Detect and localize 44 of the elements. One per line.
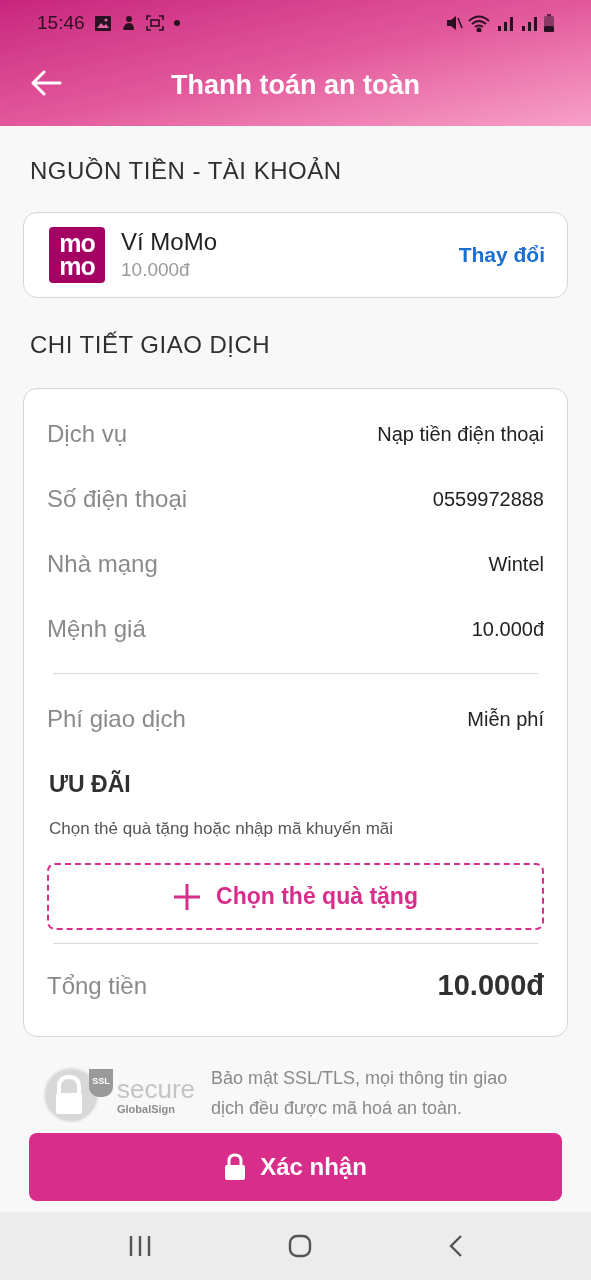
detail-value: Miễn phí [467, 706, 544, 732]
screen-record-icon [145, 15, 164, 31]
change-link[interactable]: Thay đổi [458, 239, 545, 271]
total-label: Tổng tiền [47, 971, 148, 1001]
detail-value: Wintel [488, 551, 544, 577]
detail-value: 10.000đ [471, 616, 544, 642]
wallet-card[interactable]: mo mo Ví MoMo 10.000đ Thay đổi [23, 212, 568, 298]
signal-icon [496, 15, 516, 31]
person-icon [120, 15, 136, 31]
status-time: 15:46 [37, 10, 85, 35]
logo-text: mo [59, 255, 95, 278]
wifi-icon [468, 14, 492, 32]
total-amount: 10.000đ [437, 968, 544, 1004]
home-icon[interactable] [287, 1234, 312, 1258]
section-heading: CHI TIẾT GIAO DỊCH [29, 330, 272, 360]
notification-dot-icon [173, 20, 180, 26]
wallet-name: Ví MoMo [121, 227, 219, 257]
recent-apps-icon[interactable] [128, 1236, 151, 1256]
back-icon[interactable] [448, 1234, 463, 1258]
wallet-balance: 10.000đ [121, 258, 191, 282]
gift-card-button[interactable]: Chọn thẻ quà tặng [47, 863, 544, 930]
detail-value: 0559972888 [432, 486, 544, 512]
promo-title: ƯU ĐÃI [48, 769, 132, 799]
ssl-text: SSL [92, 1075, 110, 1088]
back-arrow-icon[interactable] [31, 70, 62, 96]
section-heading: NGUỒN TIỀN - TÀI KHOẢN [29, 156, 343, 186]
page-title: Thanh toán an toàn [171, 68, 420, 102]
globalsign-text: GlobalSign [117, 1103, 177, 1115]
detail-label: Mệnh giá [47, 613, 146, 644]
detail-label: Phí giao dịch [47, 703, 186, 734]
promo-hint: Chọn thẻ quà tặng hoặc nhập mã khuyến mãi [48, 817, 395, 840]
lock-icon [224, 1153, 247, 1181]
battery-icon [544, 14, 554, 32]
mute-icon [446, 15, 464, 31]
detail-label: Nhà mạng [47, 548, 158, 579]
gallery-icon [94, 15, 111, 31]
plus-icon [173, 882, 202, 911]
detail-label: Số điện thoại [47, 483, 188, 514]
confirm-button[interactable]: Xác nhận [29, 1133, 562, 1201]
security-note: Bảo mật SSL/TLS, mọi thông tin giao dịch đều được mã hoá an toàn. [211, 1067, 509, 1120]
signal-icon [520, 15, 540, 31]
detail-label: Dịch vụ [47, 418, 128, 449]
logo-text: mo [59, 232, 95, 255]
detail-value: Nạp tiền điện thoại [377, 421, 544, 447]
